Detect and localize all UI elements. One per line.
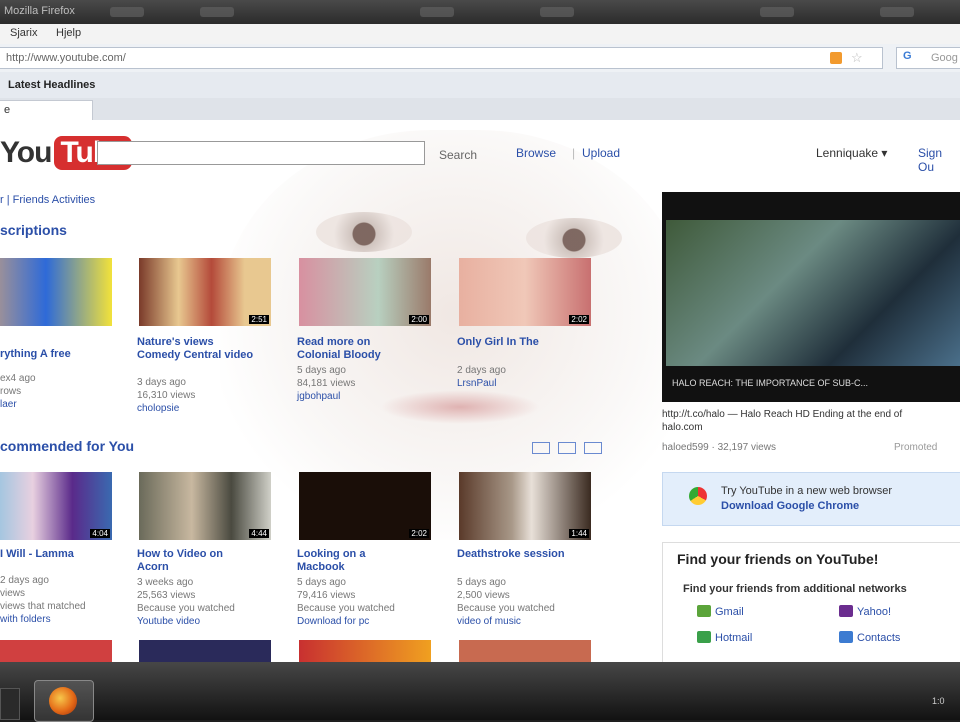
nav-separator: | (572, 146, 576, 160)
navigation-toolbar: http://www.youtube.com/ ☆ G Goog (0, 44, 960, 73)
video-thumbnail[interactable]: 2:02 (299, 472, 431, 540)
video-meta: 5 days ago 79,416 views Because you watche… (297, 577, 395, 627)
featured-video-player[interactable]: HALO REACH: THE IMPORTANCE OF SUB-C... (662, 192, 960, 402)
video-title[interactable]: rything A free (0, 348, 140, 361)
taskbar-clock: 1:0 (932, 696, 945, 706)
featured-description: http://t.co/halo — Halo Reach HD Ending … (662, 409, 903, 433)
breadcrumb[interactable]: r | Friends Activities (0, 194, 95, 206)
search-input[interactable] (97, 141, 425, 165)
list-view-icon[interactable] (584, 442, 602, 454)
tab-label: e (4, 104, 11, 116)
google-icon[interactable]: G (903, 50, 912, 62)
video-thumbnail[interactable]: 2:00 (299, 258, 431, 326)
video-thumbnail[interactable] (299, 640, 431, 662)
view-toggle (532, 441, 610, 459)
video-thumbnail[interactable]: 4:44 (139, 472, 271, 540)
contacts-icon (839, 631, 853, 643)
find-friends-subheading: Find your friends from additional networ… (683, 583, 907, 595)
network-hotmail[interactable]: Hotmail (697, 631, 752, 644)
video-meta: 2 days ago views views that matched with fo… (0, 575, 86, 625)
search-button[interactable]: Search (439, 148, 477, 162)
chrome-promo-text: Try YouTube in a new web browser (721, 485, 892, 497)
featured-video-caption: HALO REACH: THE IMPORTANCE OF SUB-C... (672, 378, 869, 388)
overlay-eye (316, 212, 412, 252)
download-chrome-link[interactable]: Download Google Chrome (721, 500, 859, 512)
video-thumbnail[interactable]: 1:44 (459, 472, 591, 540)
list-view-icon[interactable] (558, 442, 576, 454)
video-thumbnail[interactable] (139, 640, 271, 662)
titlebar-icon (880, 7, 914, 17)
titlebar-icon (420, 7, 454, 17)
upload-link[interactable]: Upload (582, 146, 620, 160)
subscriptions-heading[interactable]: scriptions (0, 222, 67, 238)
network-yahoo[interactable]: Yahoo! (839, 605, 891, 618)
video-thumbnail[interactable]: 4:04 (0, 472, 112, 540)
address-bar[interactable]: http://www.youtube.com/ ☆ (0, 47, 883, 69)
featured-uploader[interactable]: haloed599 · 32,197 views (662, 442, 776, 453)
video-thumbnail[interactable] (459, 640, 591, 662)
grid-view-icon[interactable] (532, 442, 550, 454)
video-thumbnail[interactable] (0, 640, 112, 662)
titlebar-icon (540, 7, 574, 17)
video-meta: ex4 ago rows laer (0, 373, 36, 410)
video-meta: 3 weeks ago 25,563 views Because you watch… (137, 577, 235, 627)
taskbar: 1:0 (0, 662, 960, 722)
hotmail-icon (697, 631, 711, 643)
chrome-icon (689, 487, 707, 505)
page-content: You Tube Search Browse | Upload Lenniquak… (0, 120, 960, 662)
titlebar-icon (200, 7, 234, 17)
recommended-heading[interactable]: commended for You (0, 438, 134, 454)
video-meta: 5 days ago 84,181 views jgbohpaul (297, 365, 356, 402)
video-title[interactable]: Nature's views Comedy Central video (137, 336, 277, 362)
window-titlebar: Mozilla Firefox (0, 0, 960, 24)
bookmarks-toolbar: Latest Headlines (0, 72, 960, 98)
video-thumbnail[interactable]: 2:51 (139, 258, 271, 326)
video-title[interactable]: Looking on a Macbook (297, 548, 437, 574)
search-engine-placeholder: Goog (931, 52, 958, 64)
overlay-eye (526, 218, 622, 258)
titlebar-icon (760, 7, 794, 17)
rss-feed-icon[interactable] (830, 52, 842, 64)
video-frame[interactable] (666, 220, 960, 366)
overlay-face (220, 130, 690, 540)
titlebar-icon (110, 7, 144, 17)
bookmark-latest-headlines[interactable]: Latest Headlines (8, 79, 95, 91)
tab-youtube[interactable]: e (0, 100, 93, 122)
video-title[interactable]: Read more on Colonial Bloody (297, 336, 437, 362)
search-engine-box[interactable]: G Goog (896, 47, 960, 69)
video-title[interactable]: I Will - Lamma (0, 548, 140, 561)
featured-promoted: Promoted (894, 442, 938, 453)
video-title[interactable]: Only Girl In The (457, 336, 597, 349)
start-button[interactable] (0, 688, 20, 720)
video-thumbnail[interactable] (0, 258, 112, 326)
network-gmail[interactable]: Gmail (697, 605, 744, 618)
network-contacts[interactable]: Contacts (839, 631, 900, 644)
firefox-icon (49, 687, 77, 715)
video-meta: 2 days ago LrsnPaul (457, 365, 506, 389)
menu-bar: Sjarix Hjelp (0, 24, 960, 44)
chrome-promo[interactable]: Try YouTube in a new web browser Downloa… (662, 472, 960, 526)
video-title[interactable]: Deathstroke session (457, 548, 597, 561)
menu-history[interactable]: Sjarix (10, 27, 38, 39)
window-title: Mozilla Firefox (4, 5, 75, 17)
bookmark-star-icon[interactable]: ☆ (851, 50, 863, 66)
username-menu[interactable]: Lenniquake ▾ (816, 146, 887, 160)
find-friends-heading: Find your friends on YouTube! (677, 551, 879, 567)
firefox-taskbar-button[interactable] (34, 680, 94, 722)
menu-help[interactable]: Hjelp (56, 27, 81, 39)
tab-bar: e (0, 98, 960, 122)
gmail-icon (697, 605, 711, 617)
browse-link[interactable]: Browse (516, 146, 556, 160)
video-title[interactable]: How to Video on Acorn (137, 548, 277, 574)
sign-out-link[interactable]: Sign Ou (918, 146, 960, 174)
yahoo-icon (839, 605, 853, 617)
video-thumbnail[interactable]: 2:02 (459, 258, 591, 326)
video-meta: 5 days ago 2,500 views Because you watched… (457, 577, 555, 627)
address-url: http://www.youtube.com/ (6, 52, 126, 64)
find-friends-panel: Find your friends on YouTube! Find your … (662, 542, 960, 662)
video-meta: 3 days ago 16,310 views cholopsie (137, 377, 196, 414)
